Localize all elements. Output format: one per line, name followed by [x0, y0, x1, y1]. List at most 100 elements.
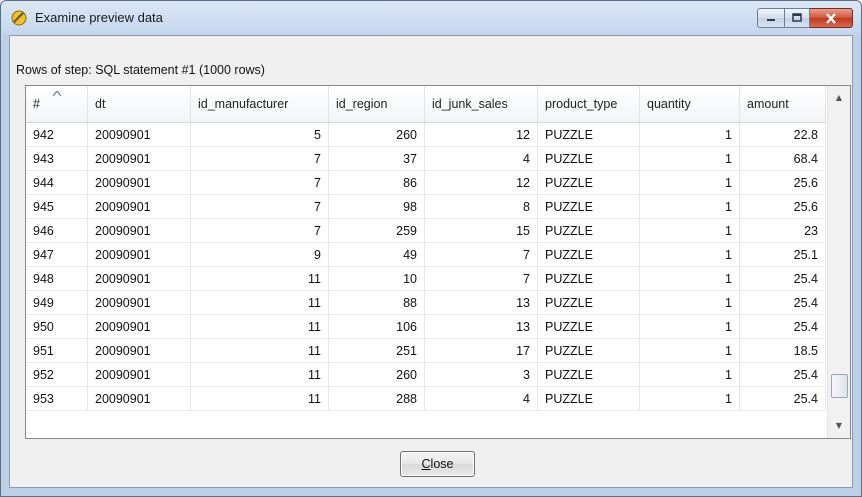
cell-id-region[interactable]: 49	[329, 243, 425, 267]
column-header-amount[interactable]: amount	[740, 86, 826, 122]
cell-dt[interactable]: 20090901	[88, 219, 191, 243]
cell-quantity[interactable]: 1	[640, 363, 740, 387]
cell-index[interactable]: 947	[26, 243, 88, 267]
cell-id-junk-sales[interactable]: 7	[425, 243, 538, 267]
cell-id-manufacturer[interactable]: 9	[191, 243, 329, 267]
minimize-button[interactable]	[757, 8, 785, 28]
cell-id-region[interactable]: 260	[329, 363, 425, 387]
cell-product-type[interactable]: PUZZLE	[538, 387, 640, 411]
table-row[interactable]: 953 20090901 11 288 4 PUZZLE 1 25.4	[26, 387, 826, 411]
cell-amount[interactable]: 25.4	[740, 363, 826, 387]
title-bar[interactable]: Examine preview data	[1, 1, 861, 35]
cell-index[interactable]: 951	[26, 339, 88, 363]
cell-dt[interactable]: 20090901	[88, 195, 191, 219]
cell-index[interactable]: 952	[26, 363, 88, 387]
cell-dt[interactable]: 20090901	[88, 363, 191, 387]
cell-quantity[interactable]: 1	[640, 267, 740, 291]
maximize-button[interactable]	[785, 8, 810, 28]
cell-id-junk-sales[interactable]: 12	[425, 171, 538, 195]
cell-product-type[interactable]: PUZZLE	[538, 195, 640, 219]
cell-index[interactable]: 949	[26, 291, 88, 315]
table-row[interactable]: 944 20090901 7 86 12 PUZZLE 1 25.6	[26, 171, 826, 195]
cell-id-junk-sales[interactable]: 17	[425, 339, 538, 363]
cell-amount[interactable]: 23	[740, 219, 826, 243]
cell-amount[interactable]: 25.1	[740, 243, 826, 267]
cell-quantity[interactable]: 1	[640, 387, 740, 411]
table-row[interactable]: 947 20090901 9 49 7 PUZZLE 1 25.1	[26, 243, 826, 267]
cell-id-manufacturer[interactable]: 7	[191, 195, 329, 219]
cell-quantity[interactable]: 1	[640, 243, 740, 267]
cell-dt[interactable]: 20090901	[88, 243, 191, 267]
cell-quantity[interactable]: 1	[640, 291, 740, 315]
vertical-scrollbar[interactable]: ▲ ▼	[827, 86, 850, 438]
preview-table[interactable]: # dt id_manufacturer id_region id_junk_s…	[25, 85, 851, 439]
cell-index[interactable]: 948	[26, 267, 88, 291]
scroll-thumb[interactable]	[831, 374, 848, 398]
table-row[interactable]: 945 20090901 7 98 8 PUZZLE 1 25.6	[26, 195, 826, 219]
cell-id-junk-sales[interactable]: 15	[425, 219, 538, 243]
cell-product-type[interactable]: PUZZLE	[538, 339, 640, 363]
cell-index[interactable]: 946	[26, 219, 88, 243]
cell-product-type[interactable]: PUZZLE	[538, 243, 640, 267]
cell-product-type[interactable]: PUZZLE	[538, 219, 640, 243]
cell-quantity[interactable]: 1	[640, 219, 740, 243]
column-header-product-type[interactable]: product_type	[538, 86, 640, 122]
cell-product-type[interactable]: PUZZLE	[538, 291, 640, 315]
column-header-id-manufacturer[interactable]: id_manufacturer	[191, 86, 329, 122]
cell-amount[interactable]: 25.6	[740, 195, 826, 219]
cell-dt[interactable]: 20090901	[88, 147, 191, 171]
cell-product-type[interactable]: PUZZLE	[538, 123, 640, 147]
cell-id-region[interactable]: 259	[329, 219, 425, 243]
cell-product-type[interactable]: PUZZLE	[538, 363, 640, 387]
cell-id-manufacturer[interactable]: 11	[191, 267, 329, 291]
cell-id-junk-sales[interactable]: 12	[425, 123, 538, 147]
cell-amount[interactable]: 25.4	[740, 267, 826, 291]
cell-amount[interactable]: 25.4	[740, 291, 826, 315]
cell-id-junk-sales[interactable]: 7	[425, 267, 538, 291]
cell-dt[interactable]: 20090901	[88, 123, 191, 147]
cell-id-region[interactable]: 260	[329, 123, 425, 147]
cell-id-region[interactable]: 86	[329, 171, 425, 195]
table-row[interactable]: 943 20090901 7 37 4 PUZZLE 1 68.4	[26, 147, 826, 171]
cell-product-type[interactable]: PUZZLE	[538, 315, 640, 339]
cell-id-region[interactable]: 98	[329, 195, 425, 219]
column-header-id-junk-sales[interactable]: id_junk_sales	[425, 86, 538, 122]
cell-dt[interactable]: 20090901	[88, 387, 191, 411]
cell-id-junk-sales[interactable]: 3	[425, 363, 538, 387]
table-row[interactable]: 951 20090901 11 251 17 PUZZLE 1 18.5	[26, 339, 826, 363]
cell-dt[interactable]: 20090901	[88, 171, 191, 195]
cell-product-type[interactable]: PUZZLE	[538, 147, 640, 171]
cell-id-junk-sales[interactable]: 13	[425, 315, 538, 339]
table-row[interactable]: 948 20090901 11 10 7 PUZZLE 1 25.4	[26, 267, 826, 291]
cell-product-type[interactable]: PUZZLE	[538, 267, 640, 291]
cell-amount[interactable]: 22.8	[740, 123, 826, 147]
cell-amount[interactable]: 25.4	[740, 315, 826, 339]
cell-id-junk-sales[interactable]: 4	[425, 147, 538, 171]
cell-id-region[interactable]: 106	[329, 315, 425, 339]
cell-id-region[interactable]: 288	[329, 387, 425, 411]
cell-quantity[interactable]: 1	[640, 123, 740, 147]
cell-index[interactable]: 943	[26, 147, 88, 171]
cell-amount[interactable]: 25.4	[740, 387, 826, 411]
cell-id-manufacturer[interactable]: 11	[191, 363, 329, 387]
column-header-index[interactable]: #	[26, 86, 88, 122]
cell-dt[interactable]: 20090901	[88, 291, 191, 315]
cell-id-region[interactable]: 10	[329, 267, 425, 291]
cell-dt[interactable]: 20090901	[88, 267, 191, 291]
cell-id-junk-sales[interactable]: 8	[425, 195, 538, 219]
table-row[interactable]: 950 20090901 11 106 13 PUZZLE 1 25.4	[26, 315, 826, 339]
close-window-button[interactable]	[810, 8, 853, 28]
cell-dt[interactable]: 20090901	[88, 339, 191, 363]
cell-quantity[interactable]: 1	[640, 195, 740, 219]
scroll-down-button[interactable]: ▼	[828, 416, 850, 436]
table-row[interactable]: 942 20090901 5 260 12 PUZZLE 1 22.8	[26, 123, 826, 147]
cell-id-junk-sales[interactable]: 13	[425, 291, 538, 315]
cell-id-manufacturer[interactable]: 7	[191, 171, 329, 195]
cell-id-manufacturer[interactable]: 5	[191, 123, 329, 147]
cell-dt[interactable]: 20090901	[88, 315, 191, 339]
cell-amount[interactable]: 25.6	[740, 171, 826, 195]
cell-index[interactable]: 942	[26, 123, 88, 147]
cell-product-type[interactable]: PUZZLE	[538, 171, 640, 195]
cell-amount[interactable]: 68.4	[740, 147, 826, 171]
cell-id-manufacturer[interactable]: 7	[191, 147, 329, 171]
